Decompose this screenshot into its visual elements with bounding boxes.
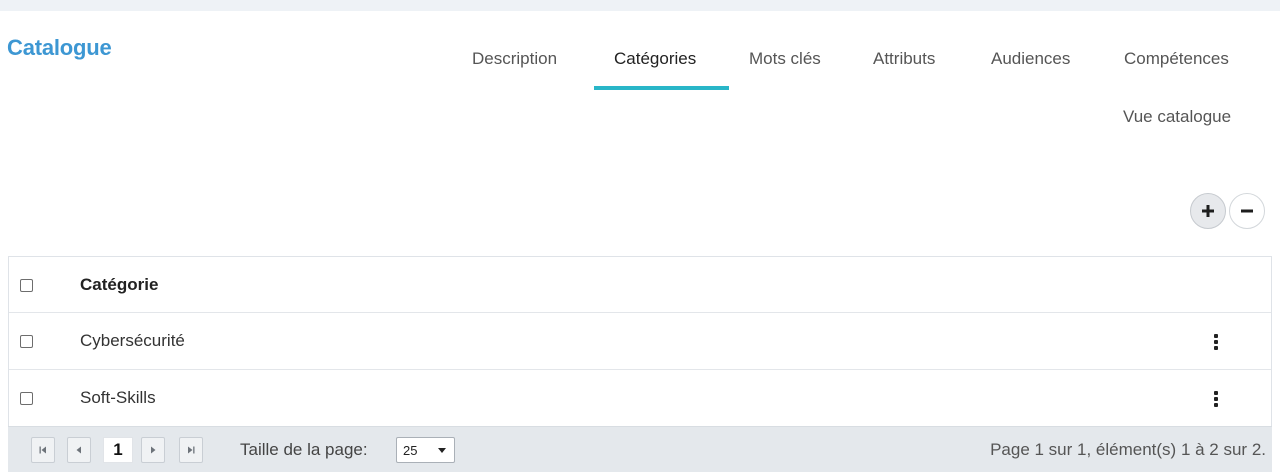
- page-size-label: Taille de la page:: [240, 440, 368, 459]
- tab-audiences[interactable]: Audiences: [991, 49, 1070, 69]
- page-size-select[interactable]: 25: [396, 437, 455, 463]
- last-page-icon: [188, 446, 195, 454]
- tab-attributs[interactable]: Attributs: [873, 49, 935, 69]
- row-category-name: Cybersécurité: [80, 331, 185, 350]
- last-page-button[interactable]: [179, 437, 203, 463]
- row-category-name: Soft-Skills: [80, 388, 156, 407]
- row-checkbox[interactable]: [20, 335, 33, 348]
- tab-competences[interactable]: Compétences: [1124, 49, 1229, 69]
- next-page-button[interactable]: [141, 437, 165, 463]
- page-size-value: 25: [403, 443, 418, 458]
- plus-icon: [1202, 205, 1214, 217]
- chevron-down-icon: [438, 448, 446, 453]
- first-page-button[interactable]: [31, 437, 55, 463]
- row-checkbox[interactable]: [20, 392, 33, 405]
- table-row[interactable]: Cybersécurité: [9, 313, 1271, 370]
- grid-header-row: Catégorie: [9, 257, 1271, 313]
- more-actions-icon[interactable]: [1208, 389, 1224, 409]
- active-tab-indicator: [594, 86, 729, 90]
- tab-categories[interactable]: Catégories: [614, 49, 696, 69]
- pager: 1 Taille de la page: 25 Page 1 sur 1, él…: [8, 426, 1272, 472]
- column-header-categorie[interactable]: Catégorie: [80, 275, 158, 295]
- previous-page-button[interactable]: [67, 437, 91, 463]
- top-strip: [0, 0, 1280, 11]
- minus-icon: [1241, 209, 1253, 213]
- select-all-checkbox[interactable]: [20, 279, 33, 292]
- tab-description[interactable]: Description: [472, 49, 557, 69]
- collapse-all-button[interactable]: [1229, 193, 1265, 229]
- tab-mots-cles[interactable]: Mots clés: [749, 49, 821, 69]
- expand-all-button[interactable]: [1190, 193, 1226, 229]
- more-actions-icon[interactable]: [1208, 332, 1224, 352]
- first-page-icon: [39, 446, 46, 454]
- next-page-icon: [151, 446, 156, 454]
- previous-page-icon: [76, 446, 81, 454]
- tab-vue-catalogue[interactable]: Vue catalogue: [1123, 107, 1231, 127]
- current-page-number: 1: [103, 437, 133, 463]
- pager-info: Page 1 sur 1, élément(s) 1 à 2 sur 2.: [990, 440, 1266, 459]
- table-row[interactable]: Soft-Skills: [9, 370, 1271, 427]
